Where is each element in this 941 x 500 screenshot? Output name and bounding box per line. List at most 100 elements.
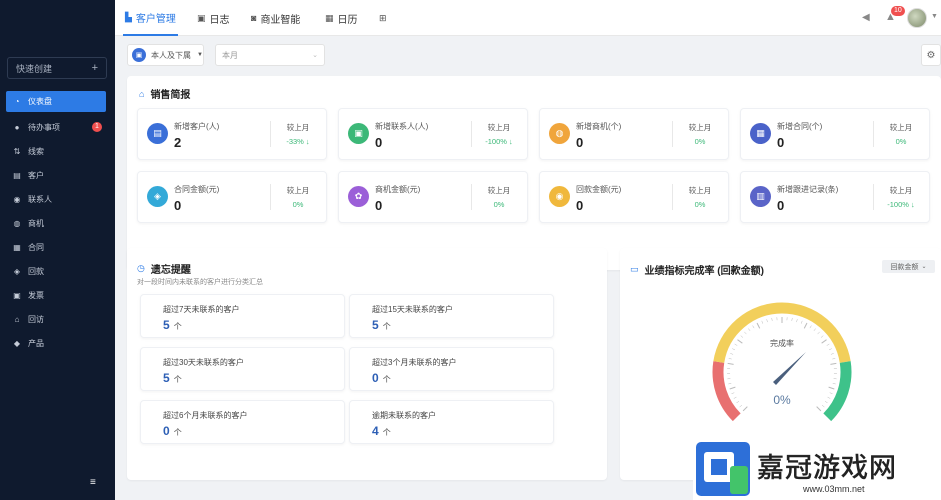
reminder-count: 0 — [372, 371, 379, 385]
stat-value: 0 — [777, 135, 785, 150]
stat-card[interactable]: ▦ 新增合同(个) 0 较上月 0% — [740, 108, 930, 160]
gauge-tick — [827, 396, 831, 399]
avatar[interactable] — [907, 8, 927, 28]
stat-card[interactable]: ◍ 新增商机(个) 0 较上月 0% — [539, 108, 729, 160]
sidebar-item-invoices[interactable]: ▣ 发票 — [0, 283, 115, 307]
contract-icon: ▦ — [750, 123, 771, 144]
stat-change: -100% ↓ — [485, 137, 513, 146]
reminder-label: 超过3个月未联系的客户 — [372, 358, 457, 367]
sidebar-item-opportunities[interactable]: ◍ 商机 — [0, 211, 115, 235]
sidebar-item-label: 客户 — [28, 170, 44, 180]
gauge-tick — [736, 401, 740, 404]
reminder-item[interactable]: 超过15天未联系的客户 5个 — [349, 294, 554, 338]
reminder-label: 超过30天未联系的客户 — [163, 358, 244, 367]
gauge-tick — [766, 319, 768, 323]
reminder-unit: 个 — [173, 375, 182, 384]
stat-change: 0% — [694, 200, 706, 209]
gauge-arc-low — [712, 361, 741, 422]
stat-card[interactable]: ▥ 新增跟进记录(条) 0 较上月 -100% ↓ — [740, 171, 930, 223]
gauge-tick — [830, 362, 837, 365]
stat-value: 0 — [576, 198, 584, 213]
reminder-unit: 个 — [382, 428, 391, 437]
gauge-tick — [739, 404, 743, 408]
sidebar-item-contacts[interactable]: ◉ 联系人 — [0, 187, 115, 211]
stat-card[interactable]: ▤ 新增客户(人) 2 较上月 -33% ↓ — [137, 108, 327, 160]
stat-label: 新增联系人(人) — [375, 122, 429, 131]
sidebar-item-todo[interactable]: ● 待办事项 1 — [0, 115, 115, 139]
period-select[interactable]: 本月 ⌄ — [215, 44, 325, 66]
tab-apps[interactable]: ⊞ — [379, 0, 391, 36]
reminder-title: ◷ 遗忘提醒 — [137, 261, 191, 276]
stat-label: 新增客户(人) — [174, 122, 220, 131]
stat-change: 0% — [694, 137, 706, 146]
divider — [270, 121, 271, 147]
stat-value: 0 — [375, 198, 383, 213]
divider — [471, 121, 472, 147]
product-icon: ◆ — [13, 338, 21, 348]
reminder-item[interactable]: 超过30天未联系的客户 5个 — [140, 347, 345, 391]
gauge-tick — [733, 396, 737, 399]
quick-create-button[interactable]: 快速创建 + — [7, 57, 107, 79]
stat-value: 0 — [777, 198, 785, 213]
gauge-tick — [820, 335, 824, 338]
stat-change: 0% — [493, 200, 505, 209]
sidebar-item-products[interactable]: ◆ 产品 — [0, 331, 115, 355]
stat-card[interactable]: ◉ 回款金额(元) 0 较上月 0% — [539, 171, 729, 223]
sidebar-item-contracts[interactable]: ▦ 合同 — [0, 235, 115, 259]
sidebar-item-label: 回款 — [28, 266, 44, 276]
chevron-down-icon: ⌄ — [312, 52, 318, 59]
sidebar-item-label: 线索 — [28, 146, 44, 156]
sort-icon: ⇅ — [13, 146, 21, 156]
stat-card[interactable]: ▣ 新增联系人(人) 0 较上月 -100% ↓ — [338, 108, 528, 160]
sidebar-item-visits[interactable]: ⌂ 回访 — [0, 307, 115, 331]
stat-label: 新增合同(个) — [777, 122, 823, 131]
plus-icon: + — [91, 62, 98, 74]
stat-label: 合同金额(元) — [174, 185, 220, 194]
reminder-item[interactable]: 超过7天未联系的客户 5个 — [140, 294, 345, 338]
gauge-value: 0% — [773, 393, 791, 407]
stat-card[interactable]: ◈ 合同金额(元) 0 较上月 0% — [137, 171, 327, 223]
gauge-tick — [832, 383, 836, 385]
tab-calendar[interactable]: ▦ 日历 — [325, 0, 358, 36]
gauge-tick — [761, 320, 764, 324]
sidebar-item-customers[interactable]: ▤ 客户 — [0, 163, 115, 187]
stat-change: -33% ↓ — [286, 137, 310, 146]
moneybag-icon: ◈ — [13, 266, 21, 276]
customer-icon: ▤ — [13, 170, 21, 180]
stat-value: 0 — [576, 135, 584, 150]
stat-card[interactable]: ✿ 商机金额(元) 0 较上月 0% — [338, 171, 528, 223]
reminder-label: 超过15天未联系的客户 — [372, 305, 453, 314]
reminder-count: 0 — [163, 424, 170, 438]
tab-log[interactable]: ▣ 日志 — [197, 0, 230, 36]
menu-collapse-icon[interactable]: ≡ — [90, 477, 96, 488]
stat-change: 0% — [292, 200, 304, 209]
reminder-value: 5个 — [163, 318, 182, 332]
gauge-tick — [817, 331, 820, 335]
sidebar-item-payments[interactable]: ◈ 回款 — [0, 259, 115, 283]
shield-icon: ◙ — [251, 13, 257, 23]
compare-label: 较上月 — [487, 123, 511, 132]
watermark-title: 嘉冠游戏网 — [757, 453, 897, 485]
reminder-unit: 个 — [173, 428, 182, 437]
reminder-label: 逾期未联系的客户 — [372, 411, 436, 420]
tab-label: 日历 — [337, 14, 358, 26]
reminder-item[interactable]: 超过6个月未联系的客户 0个 — [140, 400, 345, 444]
speaker-icon[interactable]: ◀ — [862, 12, 870, 23]
settings-button[interactable]: ⚙ — [921, 44, 941, 66]
gauge-tick — [826, 343, 830, 346]
reminder-item[interactable]: 逾期未联系的客户 4个 — [349, 400, 554, 444]
sidebar-item-dashboard[interactable]: ◔ 仪表盘 — [6, 91, 106, 112]
reminder-value: 0个 — [163, 424, 182, 438]
gauge-tick — [821, 339, 827, 344]
gauge-arc-high — [823, 361, 852, 422]
reminder-item[interactable]: 超过3个月未联系的客户 0个 — [349, 347, 554, 391]
tab-business-intelligence[interactable]: ◙ 商业智能 — [251, 0, 300, 36]
moneybag-icon: ◈ — [147, 186, 168, 207]
gauge-tick — [737, 339, 743, 344]
chevron-down-icon[interactable]: ▼ — [931, 13, 938, 20]
sidebar-item-leads[interactable]: ⇅ 线索 — [0, 139, 115, 163]
compare-label: 较上月 — [487, 186, 511, 195]
tab-customer-management[interactable]: ▙ 客户管理 — [123, 0, 178, 36]
divider — [672, 121, 673, 147]
scope-select[interactable]: ▣ 本人及下属 ▼ — [127, 44, 204, 66]
